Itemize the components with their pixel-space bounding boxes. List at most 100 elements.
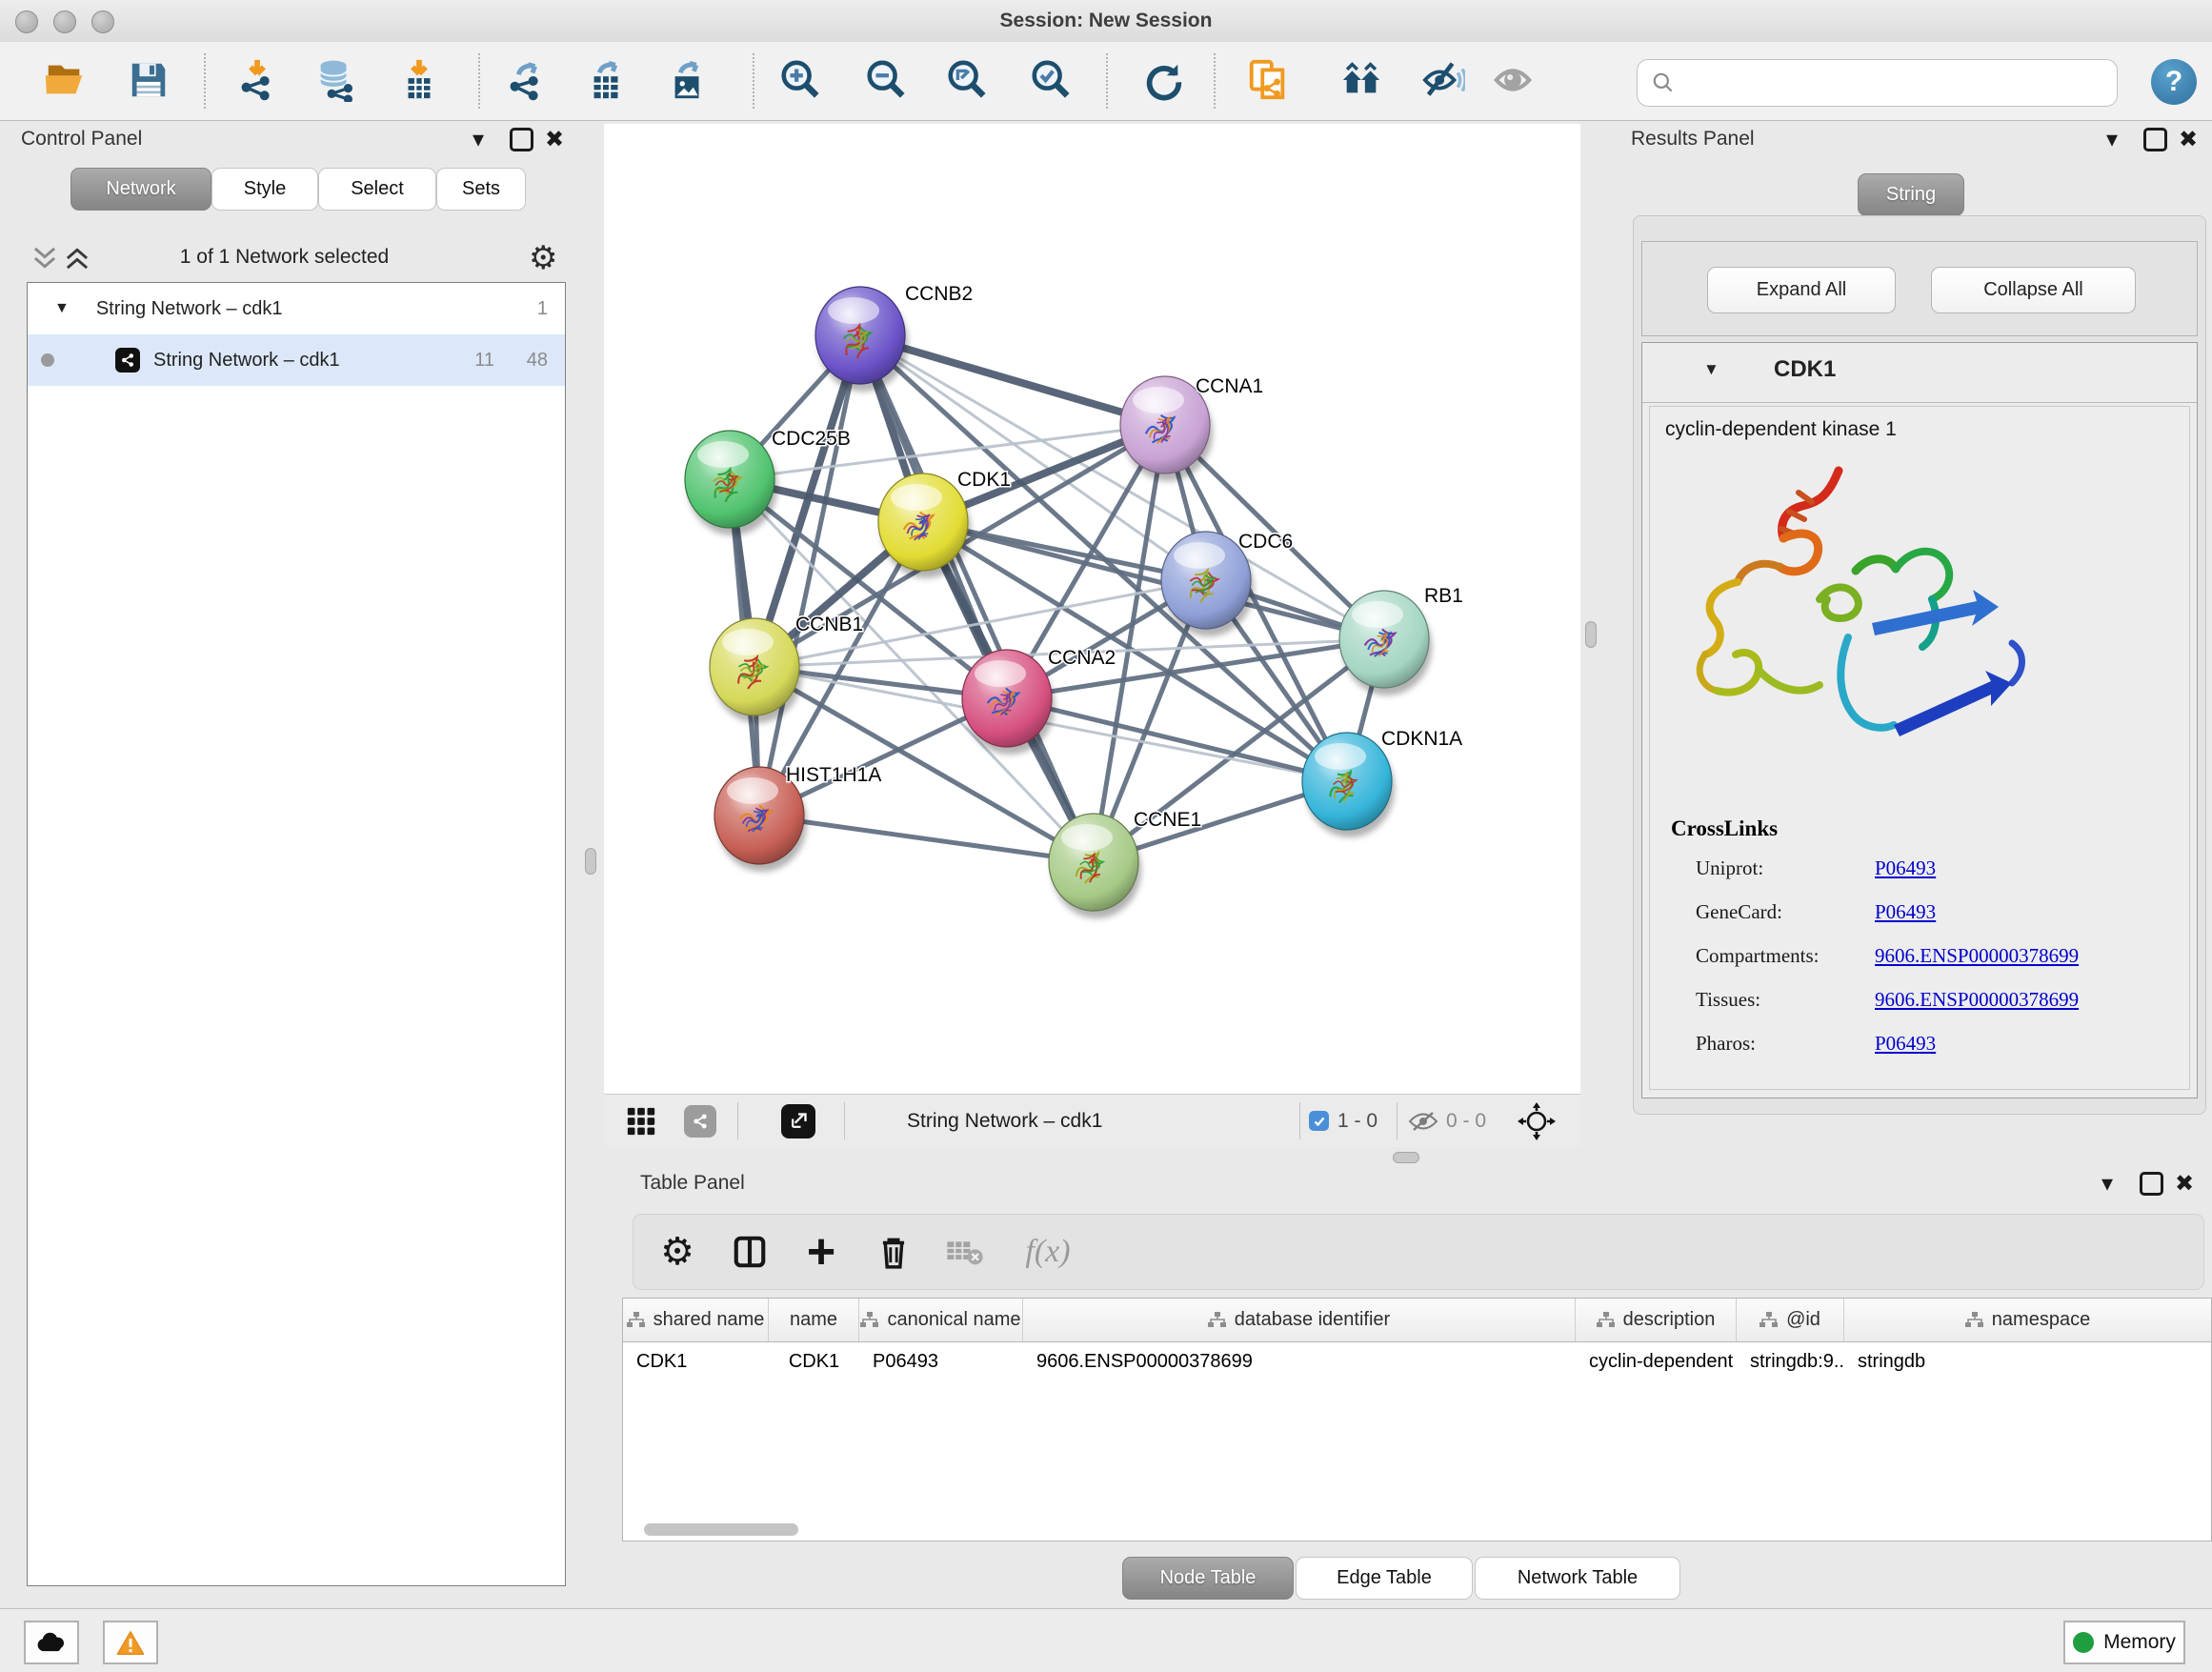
cloud-icon: [35, 1631, 68, 1654]
crosslink-label: Compartments:: [1696, 944, 1820, 968]
node-label-CCNB1: CCNB1: [795, 614, 863, 635]
network-node-RB1[interactable]: [1339, 591, 1429, 688]
import-network-from-file-icon[interactable]: [234, 57, 280, 103]
column-header[interactable]: name: [769, 1299, 859, 1341]
network-canvas[interactable]: CCNB2CCNA1CDC25BCDK1CDC6RB1CCNB1CCNA2CDK…: [604, 124, 1580, 1094]
network-node-count: 11: [474, 350, 494, 372]
show-columns-icon[interactable]: [727, 1229, 773, 1275]
column-header[interactable]: namespace: [1844, 1299, 2211, 1341]
crosslink-link[interactable]: 9606.ENSP00000378699: [1875, 944, 2079, 968]
zoom-in-icon[interactable]: [777, 57, 823, 103]
network-row[interactable]: String Network – cdk1 11 48: [28, 334, 565, 386]
zoom-selected-icon[interactable]: [1028, 57, 1074, 103]
node-table[interactable]: shared name name canonical name database…: [622, 1298, 2212, 1541]
string-network-graph[interactable]: CCNB2CCNA1CDC25BCDK1CDC6RB1CCNB1CCNA2CDK…: [604, 124, 1580, 1094]
network-node-CCNB2[interactable]: [815, 287, 905, 384]
network-node-CCNE1[interactable]: [1049, 814, 1138, 911]
cloud-status-button[interactable]: [24, 1621, 79, 1664]
table-panel-float-icon[interactable]: [2137, 1168, 2165, 1199]
selected-items-checkbox-icon[interactable]: [1309, 1111, 1329, 1131]
memory-button[interactable]: Memory: [2063, 1621, 2185, 1664]
tab-string[interactable]: String: [1858, 173, 1964, 216]
tab-node-table[interactable]: Node Table: [1122, 1557, 1294, 1600]
fit-selected-crosshair-icon[interactable]: [1517, 1101, 1557, 1146]
column-header[interactable]: canonical name: [859, 1299, 1023, 1341]
results-panel-close-icon[interactable]: ✖: [2174, 124, 2202, 154]
tab-sets[interactable]: Sets: [436, 168, 526, 211]
netbar-separator: [1299, 1102, 1300, 1139]
column-header[interactable]: database identifier: [1023, 1299, 1576, 1341]
tab-select[interactable]: Select: [318, 168, 436, 211]
tab-network[interactable]: Network: [70, 168, 211, 211]
network-node-CCNB1[interactable]: [710, 618, 799, 715]
bottom-splitter-handle[interactable]: [1393, 1152, 1419, 1163]
network-options-gear-icon[interactable]: ⚙: [529, 242, 557, 274]
network-collection-row[interactable]: ▼ String Network – cdk1 1: [28, 283, 565, 334]
network-node-CCNA2[interactable]: [962, 650, 1052, 747]
function-builder-icon[interactable]: f(x): [1010, 1229, 1086, 1275]
refresh-view-icon[interactable]: [1139, 57, 1185, 103]
table-row[interactable]: CDK1 CDK1 P06493 9606.ENSP00000378699 cy…: [623, 1342, 2211, 1381]
crosslink-link[interactable]: 9606.ENSP00000378699: [1875, 988, 2079, 1012]
network-node-CDK1[interactable]: [878, 473, 968, 571]
table-header-row: shared name name canonical name database…: [623, 1299, 2211, 1342]
crosslink-link[interactable]: P06493: [1875, 856, 1936, 880]
network-node-CDKN1A[interactable]: [1302, 733, 1392, 830]
column-header[interactable]: shared name: [623, 1299, 769, 1341]
expand-all-button[interactable]: Expand All: [1707, 267, 1896, 313]
show-all-icon[interactable]: [1490, 57, 1536, 103]
delete-table-icon[interactable]: [942, 1229, 988, 1275]
results-panel-menu-icon[interactable]: ▾: [2098, 124, 2126, 154]
right-splitter-handle[interactable]: [1585, 621, 1597, 648]
gene-symbol: CDK1: [1774, 356, 1836, 383]
toolbar-separator: [204, 53, 206, 109]
first-neighbors-icon[interactable]: [1338, 57, 1384, 103]
network-node-CDC6[interactable]: [1161, 532, 1251, 629]
new-network-from-selection-icon[interactable]: [1245, 57, 1291, 103]
network-type-badge-icon: [684, 1105, 716, 1138]
column-header[interactable]: @id: [1737, 1299, 1844, 1341]
open-session-icon[interactable]: [42, 57, 88, 103]
import-table-from-file-icon[interactable]: [396, 57, 442, 103]
zoom-fit-content-icon[interactable]: [944, 57, 990, 103]
delete-column-trash-icon[interactable]: [871, 1229, 916, 1275]
import-network-from-database-icon[interactable]: [312, 57, 358, 103]
search-input[interactable]: [1676, 71, 2089, 95]
tab-edge-table[interactable]: Edge Table: [1296, 1557, 1473, 1600]
collapse-all-button[interactable]: Collapse All: [1931, 267, 2136, 313]
results-panel-float-icon[interactable]: [2141, 124, 2169, 154]
crosslink-link[interactable]: P06493: [1875, 900, 1936, 924]
export-image-icon[interactable]: [665, 57, 711, 103]
gene-card-header[interactable]: ▼ CDK1: [1642, 343, 2197, 403]
table-panel-close-icon[interactable]: ✖: [2170, 1168, 2199, 1199]
horizontal-scrollbar-thumb[interactable]: [644, 1523, 798, 1536]
table-options-gear-icon[interactable]: ⚙: [654, 1229, 700, 1275]
search-box[interactable]: [1637, 59, 2118, 107]
left-splitter-handle[interactable]: [585, 848, 596, 875]
network-node-CDC25B[interactable]: [685, 431, 774, 528]
node-label-CCNA1: CCNA1: [1196, 375, 1263, 397]
open-in-new-window-icon[interactable]: [781, 1104, 815, 1138]
control-panel-menu-icon[interactable]: ▾: [464, 124, 493, 154]
help-button[interactable]: ?: [2151, 59, 2197, 105]
save-session-icon[interactable]: [126, 57, 171, 103]
add-column-icon[interactable]: +: [798, 1229, 844, 1280]
crosslink-row: Pharos: P06493: [1650, 1032, 2189, 1060]
birds-eye-view-icon[interactable]: [625, 1105, 657, 1142]
export-network-icon[interactable]: [503, 57, 549, 103]
column-header[interactable]: description: [1576, 1299, 1737, 1341]
table-panel: Table Panel ▾ ✖ ⚙ + f(x) shared name nam…: [614, 1164, 2212, 1608]
control-panel-float-icon[interactable]: [507, 124, 535, 154]
tab-network-table[interactable]: Network Table: [1475, 1557, 1680, 1600]
zoom-out-icon[interactable]: [863, 57, 909, 103]
hide-selected-icon[interactable]: [1420, 57, 1466, 103]
table-panel-menu-icon[interactable]: ▾: [2093, 1168, 2122, 1199]
node-label-CCNA2: CCNA2: [1048, 647, 1116, 669]
crosslink-link[interactable]: P06493: [1875, 1032, 1936, 1056]
gene-card-collapse-icon[interactable]: ▼: [1703, 360, 1719, 379]
export-table-icon[interactable]: [584, 57, 630, 103]
warnings-button[interactable]: [103, 1621, 158, 1664]
tab-style[interactable]: Style: [211, 168, 318, 211]
collection-expander-icon[interactable]: ▼: [54, 300, 70, 317]
control-panel-close-icon[interactable]: ✖: [540, 124, 569, 154]
